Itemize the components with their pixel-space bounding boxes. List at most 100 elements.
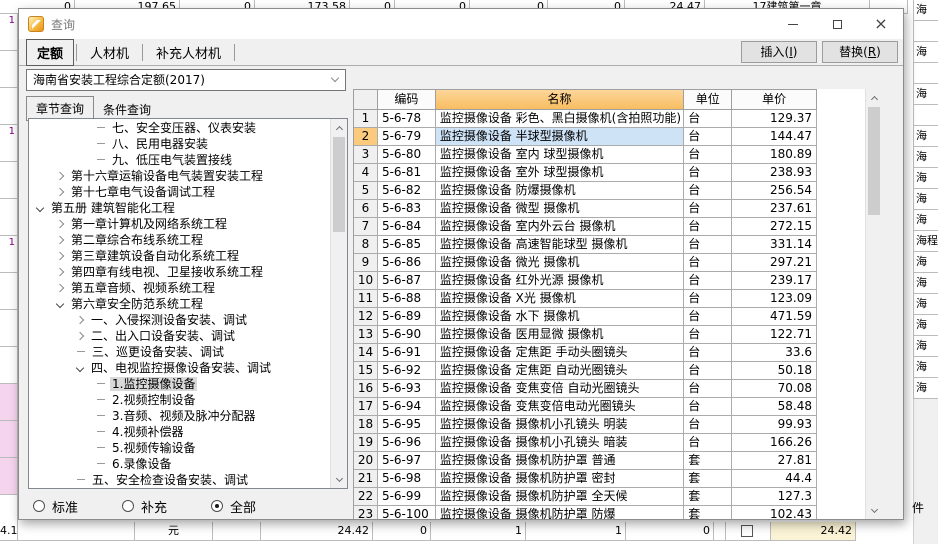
cell-row-number[interactable]: 1 [354,110,378,128]
cell-code[interactable]: 5-6-85 [377,236,436,254]
cell-price[interactable]: 238.93 [732,164,818,182]
cell-unit[interactable]: 套 [684,488,733,506]
cell-row-number[interactable]: 23 [354,506,378,519]
cell-unit[interactable]: 台 [684,290,733,308]
cell-name[interactable]: 监控摄像设备 定焦距 自动光圈镜头 [435,362,685,380]
table-row[interactable]: 6 5-6-83 监控摄像设备 微型 摄像机台 237.61 [354,200,818,218]
cell-name[interactable]: 监控摄像设备 摄像机防护罩 密封 [435,470,685,488]
cell-unit[interactable]: 台 [684,164,733,182]
tree-expand-icon[interactable] [55,219,65,229]
cell-code[interactable]: 5-6-83 [377,200,436,218]
maximize-button[interactable] [815,9,859,39]
cell-unit[interactable]: 套 [684,452,733,470]
cell-price[interactable]: 166.26 [732,434,818,452]
table-scrollbar-thumb[interactable] [868,107,880,215]
tree-collapse-icon[interactable] [75,363,85,373]
main-tab[interactable]: 人材机 [79,39,140,66]
tree-expand-icon[interactable] [55,283,65,293]
cell-code[interactable]: 5-6-94 [377,398,436,416]
cell-row-number[interactable]: 10 [354,272,378,290]
main-tab[interactable]: 定额 [26,38,75,66]
tree-item[interactable]: 4.视频补偿器 [29,425,330,441]
cell-name[interactable]: 监控摄像设备 微光 摄像机 [435,254,685,272]
tree-item[interactable]: 第四章有线电视、卫星接收系统工程 [29,265,330,281]
radio-option[interactable]: 标准 [33,497,78,516]
table-row[interactable]: 1 5-6-78 监控摄像设备 彩色、黑白摄像机(含拍照功能) 台 129.37 [354,110,818,128]
tree-item[interactable]: 1.监控摄像设备 [29,377,330,393]
table-row[interactable]: 3 5-6-80 监控摄像设备 室内 球型摄像机台 180.89 [354,146,818,164]
table-row[interactable]: 19 5-6-96 监控摄像设备 摄像机小孔镜头 暗装台 166.26 [354,434,818,452]
cell-code[interactable]: 5-6-92 [377,362,436,380]
minimize-button[interactable] [771,9,815,39]
tree-collapse-icon[interactable] [35,203,45,213]
cell-name[interactable]: 监控摄像设备 变焦变倍电动光圈镜头 [435,398,685,416]
cell-price[interactable]: 297.21 [732,254,818,272]
cell-price[interactable]: 180.89 [732,146,818,164]
cell-price[interactable]: 144.47 [732,128,818,146]
tree-item[interactable]: 九、低压电气装置接线 [29,153,330,169]
cell-price[interactable]: 33.6 [732,344,818,362]
tree-scrollbar-thumb[interactable] [333,137,345,232]
cell-price[interactable]: 27.81 [732,452,818,470]
table-row[interactable]: 8 5-6-85 监控摄像设备 高速智能球型 摄像机台 331.14 [354,236,818,254]
table-row[interactable]: 7 5-6-84 监控摄像设备 室内外云台 摄像机台 272.15 [354,218,818,236]
tree-item[interactable]: 第二章综合布线系统工程 [29,233,330,249]
cell-row-number[interactable]: 13 [354,326,378,344]
cell-code[interactable]: 5-6-88 [377,290,436,308]
cell-unit[interactable]: 台 [684,218,733,236]
cell-name[interactable]: 监控摄像设备 室内 球型摄像机 [435,146,685,164]
table-row[interactable]: 5 5-6-82 监控摄像设备 防爆摄像机台 256.54 [354,182,818,200]
cell-row-number[interactable]: 15 [354,362,378,380]
cell-name[interactable]: 监控摄像设备 医用显微 摄像机 [435,326,685,344]
cell-row-number[interactable]: 17 [354,398,378,416]
table-row[interactable]: 2 5-6-79 监控摄像设备 半球型摄像机台 144.47 [354,128,818,146]
quota-library-select[interactable]: 海南省安装工程综合定额(2017) [26,69,346,91]
tree-collapse-icon[interactable] [55,299,65,309]
cell-name[interactable]: 监控摄像设备 摄像机防护罩 普通 [435,452,685,470]
cell-price[interactable]: 102.43 [732,506,818,519]
table-row[interactable]: 23 5-6-100 监控摄像设备 摄像机防护罩 防爆套 102.43 [354,506,818,519]
tree-item[interactable]: 三、巡更设备安装、调试 [29,345,330,361]
cell-price[interactable]: 122.71 [732,326,818,344]
table-scrollbar[interactable] [865,89,882,519]
radio-option[interactable]: 全部 [211,497,256,516]
table-row[interactable]: 17 5-6-94 监控摄像设备 变焦变倍电动光圈镜头台 58.48 [354,398,818,416]
cell-name[interactable]: 监控摄像设备 定焦距 手动头圈镜头 [435,344,685,362]
cell-row-number[interactable]: 21 [354,470,378,488]
tree-scrollbar[interactable] [330,119,347,488]
scroll-down-icon[interactable] [866,502,882,518]
checkbox[interactable] [740,525,753,537]
table-row[interactable]: 11 5-6-88 监控摄像设备 X光 摄像机台 123.09 [354,290,818,308]
cell-price[interactable]: 99.93 [732,416,818,434]
table-row[interactable]: 13 5-6-90 监控摄像设备 医用显微 摄像机台 122.71 [354,326,818,344]
cell-name[interactable]: 监控摄像设备 摄像机小孔镜头 明装 [435,416,685,434]
cell-price[interactable]: 123.09 [732,290,818,308]
dialog-titlebar[interactable]: 查询 [19,9,903,39]
cell-code[interactable]: 5-6-91 [377,344,436,362]
cell-price[interactable]: 237.61 [732,200,818,218]
cell-unit[interactable]: 台 [684,272,733,290]
cell-code[interactable]: 5-6-93 [377,380,436,398]
tree-item[interactable]: 第五章音频、视频系统工程 [29,281,330,297]
cell-price[interactable]: 70.08 [732,380,818,398]
tree-expand-icon[interactable] [55,267,65,277]
cell-row-number[interactable]: 8 [354,236,378,254]
main-tab[interactable]: 补充人材机 [145,39,232,66]
cell-code[interactable]: 5-6-90 [377,326,436,344]
cell-unit[interactable]: 台 [684,362,733,380]
cell-code[interactable]: 5-6-89 [377,308,436,326]
cell-name[interactable]: 监控摄像设备 防爆摄像机 [435,182,685,200]
table-row[interactable]: 12 5-6-89 监控摄像设备 水下 摄像机台 471.59 [354,308,818,326]
cell-price[interactable]: 44.4 [732,470,818,488]
cell-code[interactable]: 5-6-97 [377,452,436,470]
cell-row-number[interactable]: 5 [354,182,378,200]
cell-name[interactable]: 监控摄像设备 变焦变倍 自动光圈镜头 [435,380,685,398]
tree-item[interactable]: 第五册 建筑智能化工程 [29,201,330,217]
insert-button[interactable]: 插入(I) [741,41,817,63]
cell-price[interactable]: 272.15 [732,218,818,236]
cell-row-number[interactable]: 3 [354,146,378,164]
table-row[interactable]: 9 5-6-86 监控摄像设备 微光 摄像机台 297.21 [354,254,818,272]
cell-unit[interactable]: 台 [684,398,733,416]
cell-price[interactable]: 471.59 [732,308,818,326]
cell-row-number[interactable]: 4 [354,164,378,182]
